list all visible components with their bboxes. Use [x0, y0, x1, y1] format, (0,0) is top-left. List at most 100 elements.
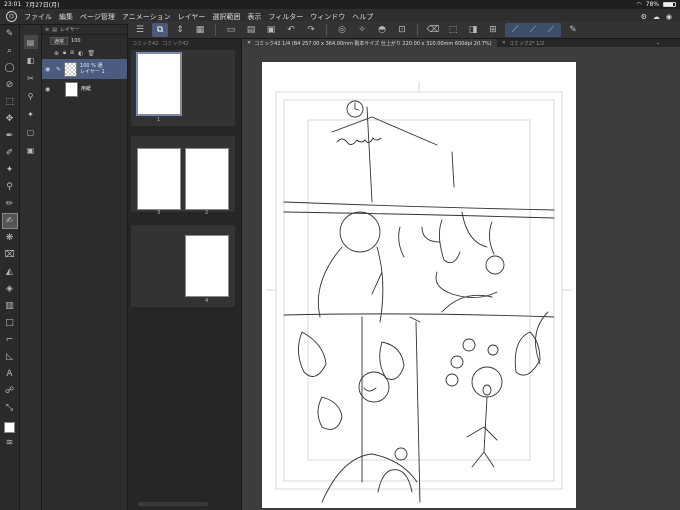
erase-selection-icon[interactable]: ⌫: [425, 23, 441, 37]
page-thumbnail-3[interactable]: [137, 148, 181, 210]
transparent-color-icon[interactable]: ≋: [3, 436, 17, 450]
chevron-down-icon[interactable]: ⌄: [656, 40, 680, 46]
menu-edit[interactable]: 編集: [59, 12, 73, 22]
pencil-icon[interactable]: ✐: [3, 146, 17, 160]
page-spread-2[interactable]: 3 2: [131, 136, 235, 216]
canvas-tab-2[interactable]: ✕ コミック2* 1/2: [497, 39, 550, 47]
decoration-icon[interactable]: ❋: [3, 231, 17, 245]
canvas-tab-1[interactable]: ✕ コミック42 1/4 (B4 257.00 x 364.00mm 製本サイズ…: [242, 39, 497, 47]
mask-icon[interactable]: ◐: [78, 50, 83, 57]
cloud-icon[interactable]: ☁: [653, 13, 660, 21]
canvas-area[interactable]: [242, 47, 680, 510]
transform-icon[interactable]: ⊡: [394, 23, 410, 37]
move-icon[interactable]: ✥: [3, 112, 17, 126]
correction-icon[interactable]: ⤡: [3, 401, 17, 415]
layer-property-icon[interactable]: ⧉: [152, 22, 168, 37]
invert-selection-icon[interactable]: ◨: [465, 23, 481, 37]
sub-tool-4-icon[interactable]: ⚲: [24, 89, 38, 103]
text-icon[interactable]: A: [3, 367, 17, 381]
gear-icon[interactable]: ⚙: [641, 13, 647, 21]
blend-mode-select[interactable]: 通常: [50, 37, 69, 45]
manga-page-canvas[interactable]: [262, 62, 576, 508]
sub-tool-3-icon[interactable]: ✂: [24, 71, 38, 85]
new-layer-icon[interactable]: ⊕: [54, 50, 59, 57]
lock-icon[interactable]: 🔒︎: [63, 49, 66, 57]
menu-view[interactable]: 表示: [247, 12, 261, 22]
ruler-icon[interactable]: ◺: [3, 350, 17, 364]
page-panel-scrollbar[interactable]: [138, 502, 208, 506]
menu-filter[interactable]: フィルター: [268, 12, 303, 22]
curve-icon-2[interactable]: ⟋: [525, 23, 541, 37]
opacity-value[interactable]: 100: [71, 38, 81, 44]
page-thumbnail-1[interactable]: [136, 52, 182, 116]
airbrush-icon[interactable]: ✍: [1, 213, 18, 229]
menu-page-management[interactable]: ページ管理: [80, 12, 115, 22]
menu-help[interactable]: ヘルプ: [352, 12, 373, 22]
menu-window[interactable]: ウィンドウ: [310, 12, 345, 22]
close-icon[interactable]: ✕: [502, 40, 506, 46]
fill-bucket-icon[interactable]: ◈: [3, 282, 17, 296]
menu-animation[interactable]: アニメーション: [122, 12, 171, 22]
clip-icon[interactable]: ⧈: [70, 49, 74, 57]
gradient-icon[interactable]: ▥: [3, 299, 17, 313]
page-number: 4: [205, 298, 209, 304]
edit-icon[interactable]: ✎: [565, 23, 581, 37]
brush-icon[interactable]: ⚲: [3, 180, 17, 194]
menu-icon[interactable]: ≡: [45, 27, 49, 33]
layer-panel-title[interactable]: レイヤー: [60, 26, 80, 33]
sparkle-icon[interactable]: ✦: [3, 163, 17, 177]
page-thumbnail-4[interactable]: [185, 235, 229, 297]
zoom-icon[interactable]: ⌕: [3, 44, 17, 58]
app-logo-icon[interactable]: ⌬: [6, 11, 17, 22]
user-icon[interactable]: ◉: [666, 13, 672, 21]
page-spread-3[interactable]: 4: [131, 225, 235, 307]
main-color-swatch[interactable]: [4, 422, 15, 433]
expand-selection-icon[interactable]: ⊞: [485, 23, 501, 37]
page-thumbnail-2[interactable]: [185, 148, 229, 210]
eyedropper-icon[interactable]: ⊘: [3, 78, 17, 92]
layer-thumbnail: [64, 61, 78, 77]
eraser-icon[interactable]: ⌧: [3, 248, 17, 262]
menu-selection[interactable]: 選択範囲: [212, 12, 240, 22]
frame-icon[interactable]: ⌐: [3, 333, 17, 347]
blend-icon[interactable]: ◭: [3, 265, 17, 279]
clear-icon[interactable]: ✧: [354, 23, 370, 37]
save-icon[interactable]: ▣: [263, 23, 279, 37]
layer-row-paper[interactable]: ◉ 用紙: [42, 79, 127, 99]
layer-row-1[interactable]: ◉ ✎ 100 % 通 レイヤー 1: [42, 59, 127, 79]
shape-icon[interactable]: □: [3, 316, 17, 330]
page-spread-1[interactable]: 1: [131, 50, 235, 126]
circle-icon[interactable]: ◎: [334, 23, 350, 37]
curve-icon-1[interactable]: ⟋: [507, 23, 523, 37]
updown-icon[interactable]: ⇕: [172, 23, 188, 37]
menu-file[interactable]: ファイル: [24, 12, 52, 22]
pen-icon[interactable]: ✎: [3, 27, 17, 41]
sub-tool-6-icon[interactable]: ▢: [24, 125, 38, 139]
page-panel-tab-2[interactable]: コミック42: [162, 40, 188, 47]
deselect-icon[interactable]: ⬚: [445, 23, 461, 37]
lasso-icon[interactable]: ◯: [3, 61, 17, 75]
curve-icon-3[interactable]: ⟋: [543, 23, 559, 37]
sub-tool-7-icon[interactable]: ▣: [24, 143, 38, 157]
marker-icon[interactable]: ✏: [3, 197, 17, 211]
open-icon[interactable]: ▤: [243, 23, 259, 37]
redo-icon[interactable]: ↷: [303, 23, 319, 37]
eye-icon[interactable]: ◉: [45, 86, 53, 93]
fill-icon[interactable]: ◓: [374, 23, 390, 37]
page-panel-tab-1[interactable]: コミック42: [132, 40, 158, 47]
sub-tool-2-icon[interactable]: ◧: [24, 53, 38, 67]
sub-tool-1-icon[interactable]: ▤: [23, 35, 38, 49]
screen-icon[interactable]: ▦: [192, 23, 208, 37]
close-icon[interactable]: ✕: [247, 40, 251, 46]
page-number: 1: [157, 117, 161, 123]
pen-tool-icon[interactable]: ✒: [3, 129, 17, 143]
balloon-icon[interactable]: ☍: [3, 384, 17, 398]
select-icon[interactable]: ⬚: [3, 95, 17, 109]
sub-tool-5-icon[interactable]: ✦: [24, 107, 38, 121]
trash-icon[interactable]: 🗑︎: [87, 50, 95, 57]
new-icon[interactable]: ▭: [223, 23, 239, 37]
eye-icon[interactable]: ◉: [45, 66, 53, 73]
menu-layer[interactable]: レイヤー: [178, 12, 206, 22]
hamburger-menu-icon[interactable]: ☰: [132, 23, 148, 37]
undo-icon[interactable]: ↶: [283, 23, 299, 37]
